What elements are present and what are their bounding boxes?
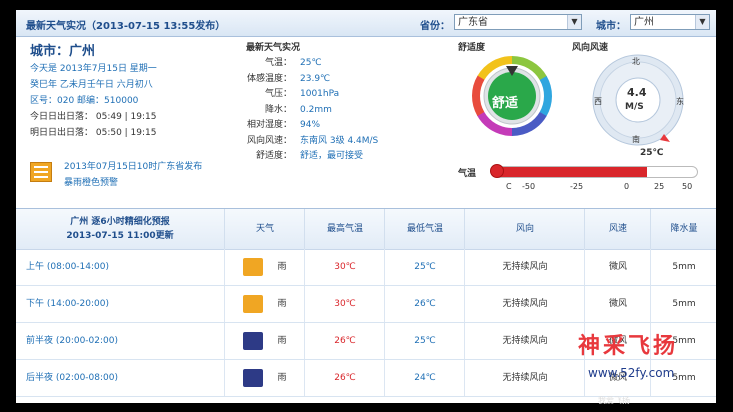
chevron-down-icon[interactable]: ▼ [567, 15, 581, 29]
therm-tick: 50 [682, 182, 693, 191]
current-row: 相对湿度： 94% [246, 120, 321, 130]
therm-temp: 25℃ [640, 148, 664, 158]
current-row: 体感温度： 23.9℃ [246, 73, 331, 84]
therm-tick: 0 [624, 182, 630, 191]
orange-rain-icon [243, 294, 264, 313]
city-label: 城市： [596, 21, 626, 32]
current-conditions: 最新天气实况 气温： 25℃ 体感温度： 23.9℃ 气压： 1001hPa 降水： 0… [246, 40, 378, 165]
current-heading: 最新天气实况 [246, 43, 301, 53]
warning-line-1: 2013年07月15日10时广东省发布 [64, 162, 203, 172]
therm-tick: 25 [654, 182, 665, 191]
compass-w: 西 [594, 97, 602, 106]
compass-s: 南 [632, 135, 640, 144]
current-row: 舒适度： 舒适，最可接受 [255, 151, 364, 161]
weather-widget: 最新天气实况（2013-07-15 13:55发布） 省份： 广东省 ▼ 城市：… [16, 10, 716, 403]
watermark: 神采飞扬 www.52fy.com [578, 328, 679, 380]
table-row: 上午 (08:00-14:00) 雨 30℃ 25℃ 无持续风向 微风 5mm [16, 249, 716, 286]
warning-icon [30, 162, 52, 182]
watermark-url: www.52fy.com [588, 366, 675, 380]
col-rain: 降水量 [650, 209, 716, 249]
night-rain-icon [243, 331, 264, 350]
col-high: 最高气温 [304, 209, 385, 249]
wind-speed: 4.4 [627, 86, 647, 99]
compass-n: 北 [632, 57, 640, 66]
comfort-value: 舒适 [492, 96, 519, 111]
zip-text: 区号：020 邮编：510000 [30, 96, 139, 106]
compass-e: 东 [676, 97, 684, 106]
province-select[interactable]: 广东省 ▼ [454, 14, 582, 30]
province-label: 省份： [420, 21, 450, 32]
therm-bulb [490, 164, 504, 178]
col-wind-dir: 风向 [464, 209, 585, 249]
current-row: 降水： 0.2mm [264, 104, 332, 115]
sun-today: 今日日出日落： 05:49 | 19:15 [30, 112, 157, 122]
night-rain-icon [243, 368, 264, 387]
watermark-logo: 神采飞扬 [578, 334, 679, 359]
chevron-down-icon[interactable]: ▼ [695, 15, 709, 29]
lunar-text: 癸巳年 乙未月壬午日 六月初八 [30, 80, 153, 90]
warning-line-2: 暴雨橙色预警 [64, 178, 119, 188]
corner-badge: 我爱飞扬 [598, 396, 630, 405]
therm-tick: -25 [570, 182, 584, 191]
date-text: 今天是 2013年7月15日 星期一 [30, 64, 157, 74]
warning-text[interactable]: 2013年07月15日10时广东省发布 暴雨橙色预警 [64, 159, 264, 191]
top-bar: 最新天气实况（2013-07-15 13:55发布） 省份： 广东省 ▼ 城市：… [16, 10, 716, 37]
wind-unit: M/S [625, 102, 644, 112]
city-info: 城市：广州 今天是 2013年7月15日 星期一 癸巳年 乙未月壬午日 六月初八… [30, 40, 157, 141]
comfort-title: 舒适度 [458, 43, 486, 53]
province-value: 广东省 [458, 17, 488, 28]
thermometer [494, 166, 698, 178]
city-select[interactable]: 广州 ▼ [630, 14, 710, 30]
city-name: 城市：广州 [30, 44, 96, 59]
col-weather: 天气 [224, 209, 305, 249]
therm-tick: C [506, 182, 512, 191]
therm-label: 气温 [458, 169, 477, 179]
therm-tick: -50 [522, 182, 536, 191]
current-row: 风向风速： 东南风 3级 4.4M/S [246, 135, 379, 146]
orange-rain-icon [243, 257, 264, 276]
city-value: 广州 [634, 17, 654, 28]
sun-tomorrow: 明日日出日落： 05:50 | 19:15 [30, 128, 157, 138]
current-row: 气温： 25℃ [264, 58, 322, 68]
page-title: 最新天气实况（2013-07-15 13:55发布） [26, 21, 226, 32]
forecast-header: 广州 逐6小时精细化预报 2013-07-15 11:00更新 天气 最高气温 … [16, 208, 716, 250]
forecast-title: 广州 逐6小时精细化预报 2013-07-15 11:00更新 [66, 217, 174, 241]
current-row: 气压： 1001hPa [264, 89, 340, 99]
col-wind-speed: 风速 [584, 209, 651, 249]
col-low: 最低气温 [384, 209, 465, 249]
table-row: 下午 (14:00-20:00) 雨 30℃ 26℃ 无持续风向 微风 5mm [16, 286, 716, 323]
therm-fill [495, 167, 647, 177]
